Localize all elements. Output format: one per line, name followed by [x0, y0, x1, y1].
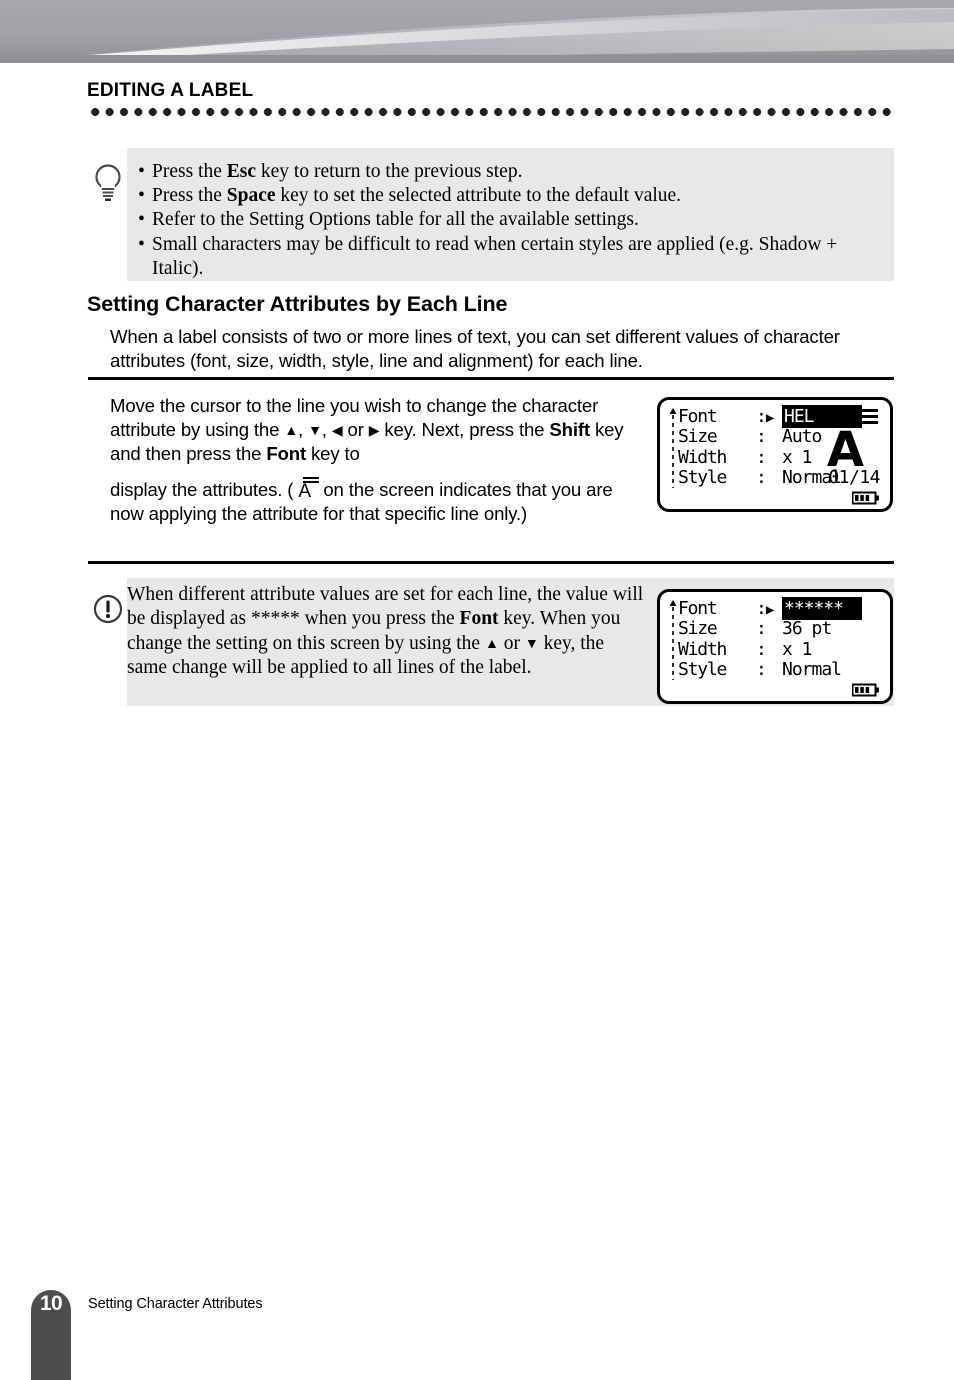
section-heading: Setting Character Attributes by Each Lin… [87, 292, 508, 316]
lcd2-scroll-indicator [669, 600, 677, 680]
tip-bullet-2-pre: Press the [152, 185, 227, 207]
lcd2-label-size: Size [678, 618, 718, 640]
lcd1-sep-style: : [756, 467, 767, 489]
battery-icon [851, 682, 880, 697]
lcd1-sep-width: : [756, 446, 767, 468]
lcd2-row-style: Style : Normal [678, 659, 862, 681]
tip-bullet-2-post: key to set the selected attribute to the… [275, 185, 682, 207]
tip-bullet-3: Refer to the Setting Options table for a… [137, 208, 884, 232]
lcd1-value-size: Auto [782, 426, 822, 448]
lcd1-line-counter: 01/14 [828, 467, 880, 488]
step-part2a: display the attributes. ( [110, 478, 299, 500]
arrow-right-icon: ▶ [368, 422, 380, 439]
lcd2-colon-font: : [756, 597, 767, 619]
page-banner [0, 0, 954, 63]
tip-box: Press the Esc key to return to the previ… [127, 148, 894, 281]
tip-bullet-4-text: Small characters may be difficult to rea… [152, 233, 838, 279]
step-sep2: , [321, 419, 332, 441]
lcd1-label-font: Font [678, 405, 718, 427]
chapter-title: EDITING A LABEL [87, 80, 254, 101]
step-key-font: Font [266, 443, 307, 465]
lcd1-scroll-indicator [669, 408, 677, 488]
step-rule-top [88, 377, 894, 380]
manual-page: EDITING A LABEL Press the Esc key to ret… [0, 0, 954, 1380]
lcd2-value-width: x 1 [782, 638, 812, 660]
arrow-left-icon: ◀ [331, 422, 343, 439]
step-instruction-2: display the attributes. ( A on the scree… [110, 476, 650, 526]
note-part-c: or [498, 632, 525, 654]
tip-bullet-2: Press the Space key to set the selected … [137, 184, 884, 208]
lcd2-label-style: Style [678, 659, 727, 681]
lcd2-cursor-marker-icon: ▶ [765, 601, 775, 618]
lcd1-value-width: x 1 [782, 446, 812, 468]
step-part1d: key to [306, 443, 360, 465]
lcd2-label-width: Width [678, 638, 727, 660]
lcd2-row-font: Font :▶ ****** [678, 596, 862, 620]
step-part1b: key. Next, press the [379, 419, 550, 441]
footer-section-label: Setting Character Attributes [88, 1296, 263, 1312]
note-arrow-down-icon: ▼ [524, 636, 539, 652]
lcd2-value-style: Normal [782, 659, 842, 681]
lcd2-value-font: ****** [782, 596, 862, 620]
step-sep1: , [298, 419, 309, 441]
tip-bullet-2-key: Space [226, 185, 276, 207]
note-key-font: Font [459, 608, 499, 630]
step-rule-bottom [88, 561, 894, 564]
tip-bullet-3-text: Refer to the Setting Options table for a… [152, 209, 639, 231]
section-intro-text: When a label consists of two or more lin… [110, 326, 840, 371]
tip-bullet-4: Small characters may be difficult to rea… [137, 233, 884, 281]
page-number: 10 [39, 1292, 63, 1315]
lcd-screen-1: Font :▶ HEL Size : Auto Width : x 1 Styl… [657, 397, 893, 512]
lcd2-rows: Font :▶ ****** Size : 36 pt Width : x 1 … [678, 596, 862, 681]
lcd1-label-width: Width [678, 446, 727, 468]
lcd2-sep-width: : [756, 638, 767, 660]
step-instruction: Move the cursor to the line you wish to … [110, 394, 650, 526]
lcd1-label-size: Size [678, 426, 718, 448]
lcd1-cursor-marker-icon: ▶ [765, 409, 775, 426]
lcd1-sep-font: :▶ [756, 406, 782, 427]
tip-bullet-list: Press the Esc key to return to the previ… [137, 160, 884, 281]
arrow-down-icon: ▼ [308, 422, 322, 439]
lcd2-label-font: Font [678, 597, 718, 619]
line-attribute-a-icon: A [298, 476, 320, 502]
line-attribute-a-letter: A [298, 480, 311, 502]
lcd2-value-size: 36 pt [782, 618, 832, 640]
step-sep3: or [342, 419, 369, 441]
battery-icon [851, 490, 880, 505]
lcd2-sep-size: : [756, 618, 767, 640]
step-key-shift: Shift [549, 419, 590, 441]
lightbulb-icon [89, 160, 127, 204]
lcd1-colon-font: : [756, 405, 767, 427]
note-arrow-up-icon: ▲ [484, 636, 499, 652]
arrow-up-icon: ▲ [284, 422, 299, 439]
lcd2-row-width: Width : x 1 [678, 639, 862, 660]
note-text: When different attribute values are set … [127, 583, 647, 680]
tip-bullet-1-post: key to return to the previous step. [256, 161, 523, 182]
lcd2-sep-style: : [756, 659, 767, 681]
lcd1-label-style: Style [678, 467, 727, 489]
lcd1-sep-size: : [756, 426, 767, 448]
dotted-divider [88, 108, 894, 116]
tip-bullet-1: Press the Esc key to return to the previ… [137, 160, 884, 184]
tip-bullet-1-key: Esc [226, 161, 256, 182]
tip-bullet-1-pre: Press the [152, 161, 227, 182]
lcd2-row-size: Size : 36 pt [678, 618, 862, 640]
warning-exclamation-icon [92, 593, 124, 625]
lcd-screen-2: Font :▶ ****** Size : 36 pt Width : x 1 … [657, 589, 893, 704]
lcd2-sep-font: :▶ [756, 598, 782, 619]
